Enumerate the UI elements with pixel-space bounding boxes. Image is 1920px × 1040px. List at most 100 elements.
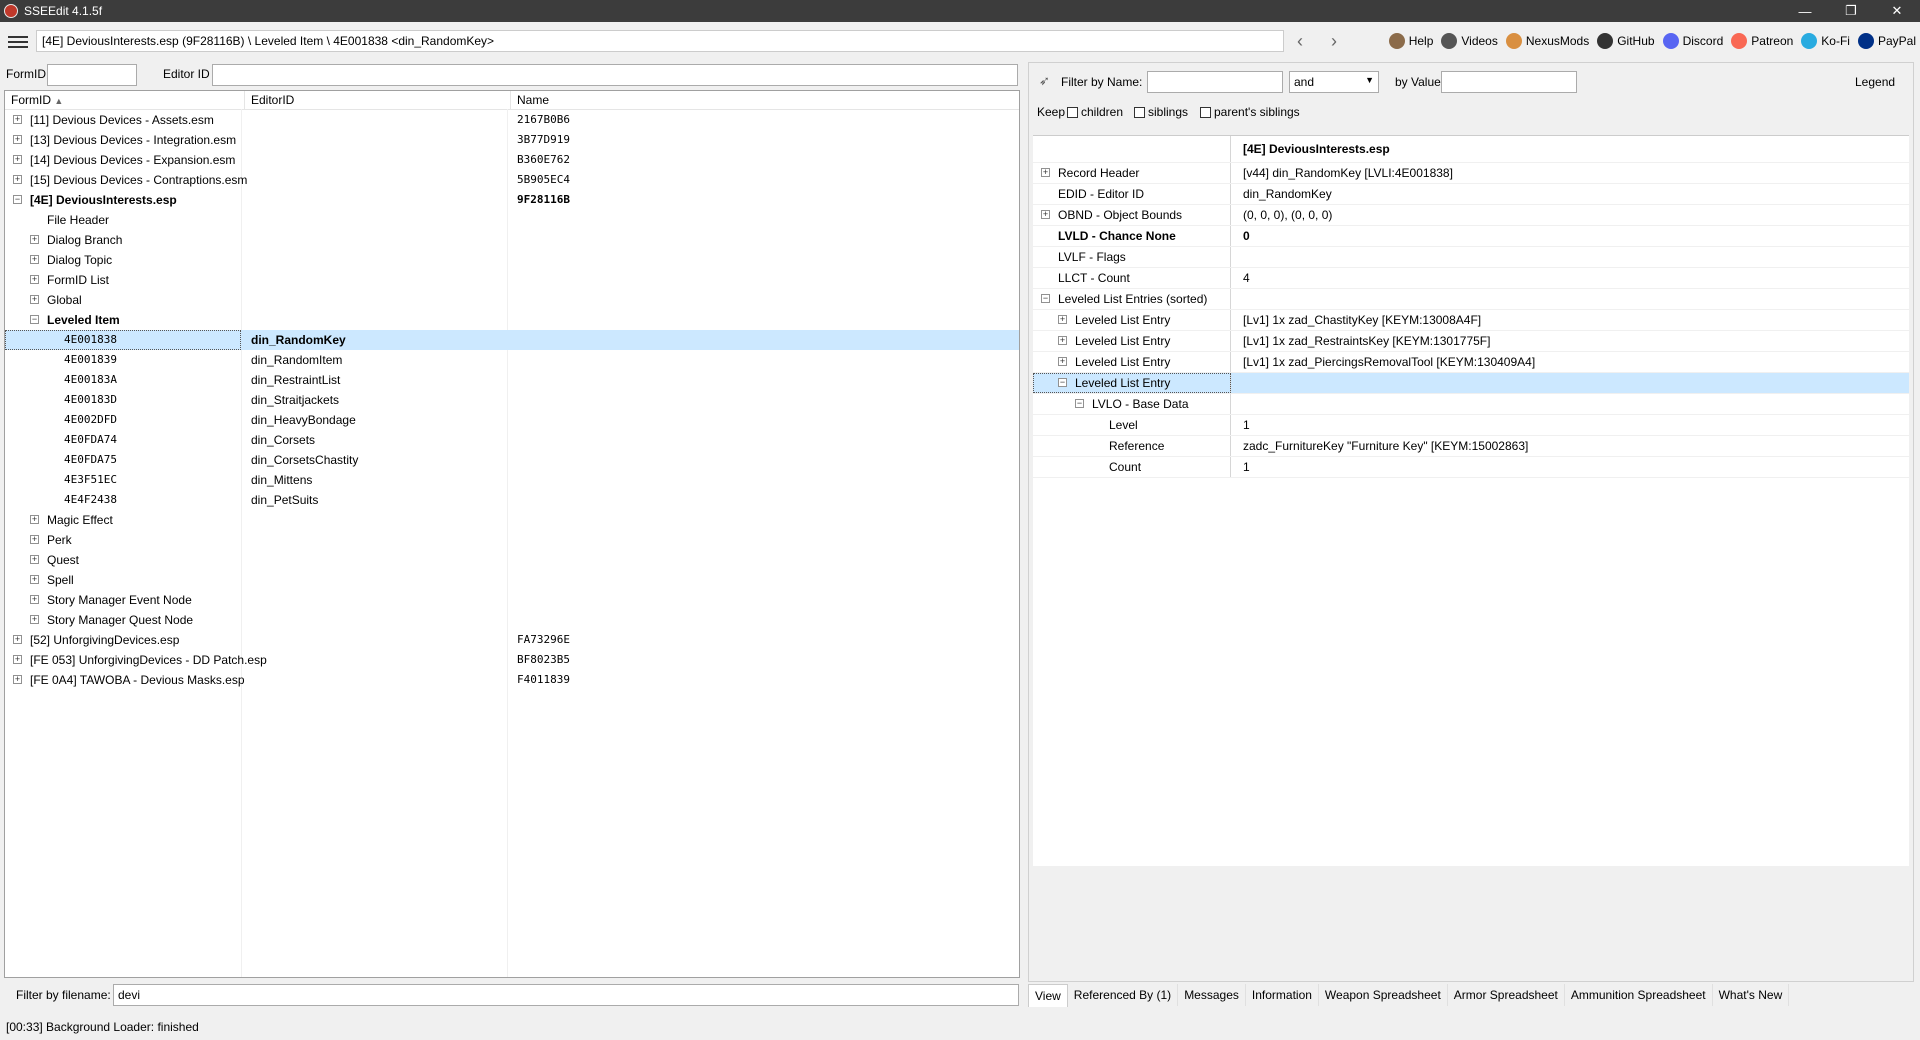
record-grid[interactable]: [4E] DeviousInterests.esp + Record Header… [1033, 135, 1909, 866]
record-field-value[interactable]: 1 [1231, 457, 1909, 477]
tree-row[interactable]: − Leveled Item [5, 310, 1019, 330]
record-row[interactable]: LVLF - Flags [1033, 247, 1909, 268]
expand-icon[interactable]: + [1041, 168, 1050, 177]
collapse-icon[interactable]: − [13, 195, 22, 204]
link-paypal[interactable]: PayPal [1857, 33, 1916, 49]
tab-armor-spreadsheet[interactable]: Armor Spreadsheet [1448, 984, 1565, 1006]
tree-row[interactable]: 4E0FDA74 din_Corsets [5, 430, 1019, 450]
keep-siblings-checkbox[interactable]: siblings [1134, 105, 1188, 119]
column-header-editorid[interactable]: EditorID [245, 91, 511, 109]
tree-row[interactable]: + [52] UnforgivingDevices.esp FA73296E [5, 630, 1019, 650]
record-row[interactable]: Reference zadc_FurnitureKey "Furniture Ke… [1033, 436, 1909, 457]
tree-row[interactable]: − [4E] DeviousInterests.esp 9F28116B [5, 190, 1019, 210]
expand-icon[interactable]: + [30, 615, 39, 624]
tab-messages[interactable]: Messages [1178, 984, 1246, 1006]
record-row[interactable]: + Leveled List Entry [Lv1] 1x zad_Piercing… [1033, 352, 1909, 373]
record-field-value[interactable]: [v44] din_RandomKey [LVLI:4E001838] [1231, 163, 1909, 183]
restore-button[interactable]: ❐ [1828, 0, 1874, 22]
tree-row[interactable]: + Spell [5, 570, 1019, 590]
tree-row[interactable]: + FormID List [5, 270, 1019, 290]
record-row[interactable]: + OBND - Object Bounds (0, 0, 0), (0, 0, 0… [1033, 205, 1909, 226]
tree-row[interactable]: + Dialog Topic [5, 250, 1019, 270]
expand-icon[interactable]: + [30, 515, 39, 524]
tree-row[interactable]: 4E001838 din_RandomKey [5, 330, 1019, 350]
tree-row[interactable]: + Global [5, 290, 1019, 310]
by-value-input[interactable] [1441, 71, 1577, 93]
record-field-value[interactable]: zadc_FurnitureKey "Furniture Key" [KEYM:… [1231, 436, 1909, 456]
link-help[interactable]: Help [1388, 33, 1433, 49]
collapse-icon[interactable]: − [1041, 294, 1050, 303]
tree-row[interactable]: File Header [5, 210, 1019, 230]
legend-button[interactable]: Legend [1855, 75, 1895, 89]
tree-row[interactable]: + [FE 0A4] TAWOBA - Devious Masks.esp F401… [5, 670, 1019, 690]
expand-icon[interactable]: + [30, 535, 39, 544]
record-field-value[interactable]: [Lv1] 1x zad_ChastityKey [KEYM:13008A4F] [1231, 310, 1909, 330]
record-field-value[interactable]: din_RandomKey [1231, 184, 1909, 204]
filter-by-name-input[interactable] [1147, 71, 1283, 93]
tree-row[interactable]: + [13] Devious Devices - Integration.esm 3… [5, 130, 1019, 150]
tree-row[interactable]: 4E001839 din_RandomItem [5, 350, 1019, 370]
keep-parents-siblings-checkbox[interactable]: parent's siblings [1200, 105, 1300, 119]
record-row[interactable]: Level 1 [1033, 415, 1909, 436]
tree-row[interactable]: 4E002DFD din_HeavyBondage [5, 410, 1019, 430]
tree-row[interactable]: 4E0FDA75 din_CorsetsChastity [5, 450, 1019, 470]
close-button[interactable]: ✕ [1874, 0, 1920, 22]
link-nexusmods[interactable]: NexusMods [1505, 33, 1589, 49]
expand-icon[interactable]: + [13, 115, 22, 124]
record-field-value[interactable]: [Lv1] 1x zad_PiercingsRemovalTool [KEYM:… [1231, 352, 1909, 372]
record-row[interactable]: − Leveled List Entries (sorted) [1033, 289, 1909, 310]
editorid-input[interactable] [212, 64, 1018, 86]
column-header-name[interactable]: Name [511, 91, 1019, 109]
tab-view[interactable]: View [1028, 984, 1068, 1007]
record-row[interactable]: + Leveled List Entry [Lv1] 1x zad_Restrain… [1033, 331, 1909, 352]
expand-icon[interactable]: + [30, 255, 39, 264]
collapse-icon[interactable]: − [30, 315, 39, 324]
expand-icon[interactable]: + [1058, 315, 1067, 324]
record-field-value[interactable] [1231, 394, 1909, 414]
record-field-value[interactable]: 4 [1231, 268, 1909, 288]
expand-icon[interactable]: + [13, 155, 22, 164]
minimize-button[interactable]: — [1782, 0, 1828, 22]
back-arrow-icon[interactable]: ‹ [1297, 31, 1303, 51]
record-row[interactable]: LLCT - Count 4 [1033, 268, 1909, 289]
tree-row[interactable]: + [FE 053] UnforgivingDevices - DD Patch.… [5, 650, 1019, 670]
filename-filter-input[interactable] [113, 984, 1019, 1006]
tree-row[interactable]: + Story Manager Quest Node [5, 610, 1019, 630]
tree-row[interactable]: 4E4F2438 din_PetSuits [5, 490, 1019, 510]
hamburger-menu-icon[interactable] [8, 33, 28, 49]
and-or-select[interactable]: and ▼ [1289, 71, 1379, 93]
column-header-formid[interactable]: FormID ▲ [5, 91, 245, 109]
tab-referenced-by-1[interactable]: Referenced By (1) [1068, 984, 1179, 1006]
tree-row[interactable]: + Magic Effect [5, 510, 1019, 530]
expand-icon[interactable]: + [1041, 210, 1050, 219]
tree-row[interactable]: + [15] Devious Devices - Contraptions.esm… [5, 170, 1019, 190]
record-row[interactable]: Count 1 [1033, 457, 1909, 478]
record-field-value[interactable]: (0, 0, 0), (0, 0, 0) [1231, 205, 1909, 225]
tree-row[interactable]: 4E00183D din_Straitjackets [5, 390, 1019, 410]
plugin-column-header[interactable]: [4E] DeviousInterests.esp [1231, 136, 1909, 162]
navigation-tree[interactable]: FormID ▲ EditorID Name + [11] Devious Dev… [4, 90, 1020, 978]
tree-row[interactable]: + Quest [5, 550, 1019, 570]
record-row[interactable]: + Leveled List Entry [Lv1] 1x zad_Chastity… [1033, 310, 1909, 331]
expand-icon[interactable]: + [30, 575, 39, 584]
expand-icon[interactable]: + [30, 295, 39, 304]
forward-arrow-icon[interactable]: › [1331, 31, 1337, 51]
expand-icon[interactable]: + [1058, 357, 1067, 366]
collapse-icon[interactable]: − [1058, 378, 1067, 387]
record-field-value[interactable]: 0 [1231, 226, 1909, 246]
expand-icon[interactable]: + [30, 555, 39, 564]
expand-icon[interactable]: + [13, 655, 22, 664]
collapse-icon[interactable]: − [1075, 399, 1084, 408]
tree-row[interactable]: + Perk [5, 530, 1019, 550]
expand-icon[interactable]: + [30, 275, 39, 284]
keep-children-checkbox[interactable]: children [1067, 105, 1123, 119]
tree-row[interactable]: + [14] Devious Devices - Expansion.esm B36… [5, 150, 1019, 170]
expand-icon[interactable]: + [13, 675, 22, 684]
record-field-value[interactable]: 1 [1231, 415, 1909, 435]
expand-icon[interactable]: + [13, 175, 22, 184]
expand-icon[interactable]: + [13, 635, 22, 644]
tab-what-s-new[interactable]: What's New [1713, 984, 1790, 1006]
link-discord[interactable]: Discord [1662, 33, 1723, 49]
pin-icon[interactable]: ➶ [1039, 73, 1050, 89]
expand-icon[interactable]: + [30, 235, 39, 244]
